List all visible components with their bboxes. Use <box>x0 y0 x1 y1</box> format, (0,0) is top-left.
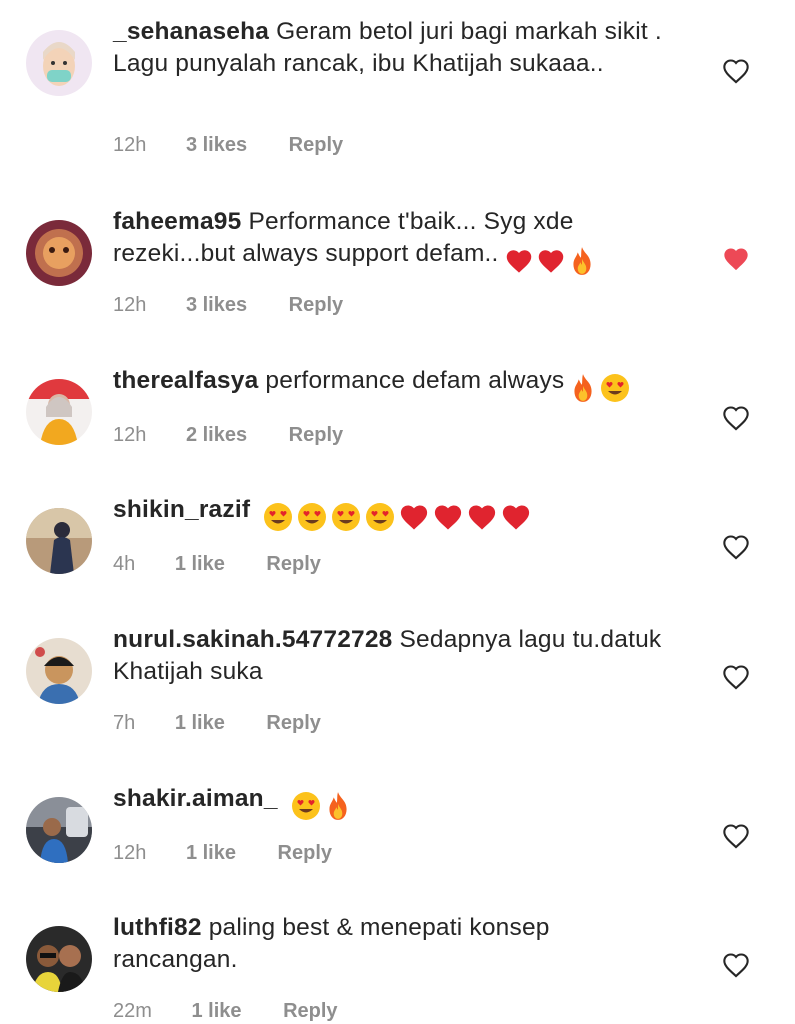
comment-username[interactable]: therealfasya <box>113 367 258 394</box>
comment-likes-count[interactable]: 1 like <box>175 712 225 735</box>
comment-timestamp: 7h <box>113 712 136 734</box>
comment-meta: 7h 1 like Reply <box>113 712 321 735</box>
comment-text-block: therealfasya performance defam always <box>113 365 673 403</box>
like-heart-icon[interactable] <box>722 823 750 849</box>
comment-text-block: faheema95 Performance t'baik... Syg xde … <box>113 206 673 276</box>
red-heart-emoji <box>401 505 428 530</box>
comment-timestamp: 12h <box>113 842 147 864</box>
emoji-group <box>291 789 355 821</box>
comment-meta: 12h 3 likes Reply <box>113 134 343 157</box>
comment-meta: 12h 2 likes Reply <box>113 424 343 447</box>
emoji-group <box>570 371 634 403</box>
reply-button[interactable]: Reply <box>283 1000 337 1023</box>
comment-username[interactable]: nurul.sakinah.54772728 <box>113 626 393 653</box>
comment-likes-count[interactable]: 3 likes <box>186 294 247 317</box>
comment-username[interactable]: shikin_razif <box>113 496 250 523</box>
heart-eyes-emoji <box>264 502 293 531</box>
comment-meta: 4h 1 like Reply <box>113 553 321 576</box>
comment-username[interactable]: luthfi82 <box>113 914 202 941</box>
heart-eyes-emoji <box>366 502 395 531</box>
reply-button[interactable]: Reply <box>266 553 320 576</box>
emoji-group <box>263 500 535 532</box>
comment-likes-count[interactable]: 1 like <box>186 842 236 865</box>
comment-text-block: shakir.aiman_ <box>113 783 673 821</box>
liked-heart-icon[interactable] <box>722 246 750 272</box>
fire-emoji <box>573 246 591 275</box>
comment-timestamp: 12h <box>113 294 147 316</box>
comment-timestamp: 4h <box>113 553 136 575</box>
comment-likes-count[interactable]: 1 like <box>175 553 225 576</box>
red-heart-emoji <box>503 505 530 530</box>
comment-meta: 22m 1 like Reply <box>113 1000 338 1023</box>
emoji-group <box>505 244 599 276</box>
avatar[interactable] <box>26 379 92 445</box>
reply-button[interactable]: Reply <box>266 712 320 735</box>
like-heart-icon[interactable] <box>722 952 750 978</box>
reply-button[interactable]: Reply <box>289 424 343 447</box>
avatar[interactable] <box>26 30 92 96</box>
avatar[interactable] <box>26 508 92 574</box>
avatar[interactable] <box>26 797 92 863</box>
avatar[interactable] <box>26 926 92 992</box>
comment-text-block: luthfi82 paling best & menepati konsep r… <box>113 912 673 976</box>
comment-timestamp: 12h <box>113 424 147 446</box>
like-heart-icon[interactable] <box>722 534 750 560</box>
red-heart-emoji <box>469 505 496 530</box>
red-heart-emoji <box>435 505 462 530</box>
comment-username[interactable]: faheema95 <box>113 208 241 235</box>
like-heart-icon[interactable] <box>722 58 750 84</box>
reply-button[interactable]: Reply <box>278 842 332 865</box>
heart-eyes-emoji <box>601 373 630 402</box>
comment-text-block: shikin_razif <box>113 494 673 532</box>
like-heart-icon[interactable] <box>722 405 750 431</box>
comment-likes-count[interactable]: 3 likes <box>186 134 247 157</box>
heart-eyes-emoji <box>332 502 361 531</box>
heart-eyes-emoji <box>298 502 327 531</box>
fire-emoji <box>329 791 347 820</box>
red-heart-emoji <box>506 249 531 273</box>
comment-text-block: nurul.sakinah.54772728 Sedapnya lagu tu.… <box>113 624 673 688</box>
avatar[interactable] <box>26 220 92 286</box>
reply-button[interactable]: Reply <box>289 294 343 317</box>
avatar[interactable] <box>26 638 92 704</box>
fire-emoji <box>574 373 592 402</box>
red-heart-emoji <box>538 249 563 273</box>
comment-meta: 12h 1 like Reply <box>113 842 332 865</box>
comment-text-block: _sehanaseha Geram betol juri bagi markah… <box>113 16 673 80</box>
comment-text: performance defam always <box>265 367 565 394</box>
comment-timestamp: 12h <box>113 134 147 156</box>
comment-likes-count[interactable]: 2 likes <box>186 424 247 447</box>
comment-username[interactable]: shakir.aiman_ <box>113 785 278 812</box>
comment-likes-count[interactable]: 1 like <box>191 1000 241 1023</box>
reply-button[interactable]: Reply <box>289 134 343 157</box>
like-heart-icon[interactable] <box>722 664 750 690</box>
comment-username[interactable]: _sehanaseha <box>113 18 269 45</box>
heart-eyes-emoji <box>291 791 320 820</box>
comment-meta: 12h 3 likes Reply <box>113 294 343 317</box>
comment-timestamp: 22m <box>113 1000 152 1022</box>
